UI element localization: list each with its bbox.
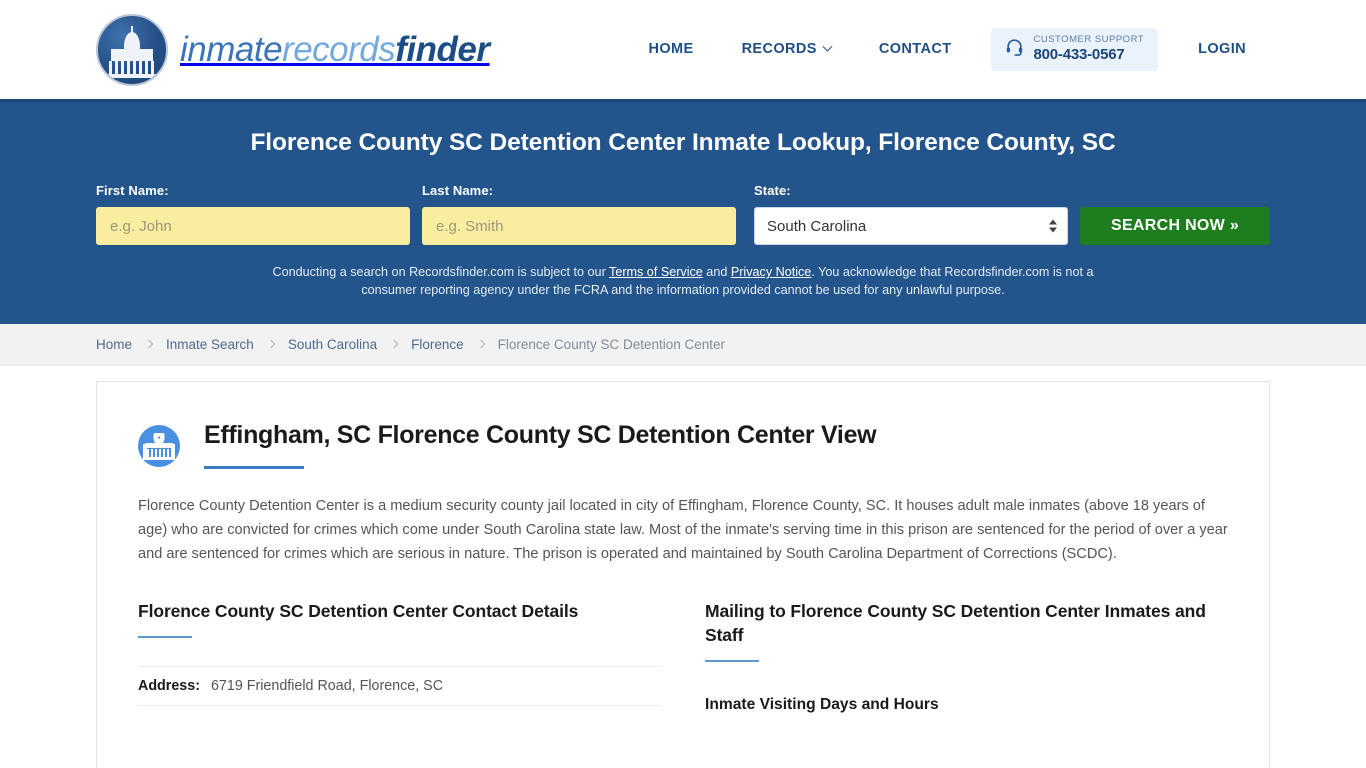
nav-home[interactable]: HOME [624, 31, 717, 67]
facility-title-row: Effingham, SC Florence County SC Detenti… [138, 421, 1228, 470]
state-field-group: State: South Carolina [754, 183, 1068, 245]
support-phone: 800-433-0567 [1033, 46, 1125, 64]
main-navigation: HOME RECORDS CONTACT CUSTOMER SUPPORT 80… [624, 28, 1270, 71]
visiting-hours-heading: Inmate Visiting Days and Hours [705, 695, 939, 713]
facility-columns: Florence County SC Detention Center Cont… [138, 599, 1228, 714]
nav-contact-label: CONTACT [878, 41, 952, 58]
breadcrumb-item-home[interactable]: Home [96, 337, 132, 352]
nav-login-label: LOGIN [1198, 41, 1246, 58]
nav-home-label: HOME [648, 41, 694, 58]
headset-icon [1005, 37, 1024, 61]
contact-details-column: Florence County SC Detention Center Cont… [138, 599, 661, 714]
customer-support-badge[interactable]: CUSTOMER SUPPORT 800-433-0567 [991, 28, 1159, 71]
breadcrumb: Home Inmate Search South Carolina Floren… [0, 323, 1366, 366]
state-select[interactable]: South Carolina [754, 207, 1068, 245]
first-name-field-group: First Name: [96, 183, 410, 245]
terms-of-service-link[interactable]: Terms of Service [609, 265, 703, 279]
breadcrumb-item-south-carolina[interactable]: South Carolina [288, 337, 377, 352]
detail-row-address: Address: 6719 Friendfield Road, Florence… [138, 665, 661, 706]
mailing-heading-rule [705, 659, 759, 662]
facility-description: Florence County Detention Center is a me… [138, 498, 1228, 562]
first-name-input[interactable] [96, 207, 410, 245]
breadcrumb-item-inmate-search[interactable]: Inmate Search [166, 337, 254, 352]
title-underline-rule [204, 466, 304, 470]
chevron-right-icon [144, 339, 154, 349]
search-disclaimer: Conducting a search on Recordsfinder.com… [253, 263, 1113, 300]
mailing-column: Mailing to Florence County SC Detention … [705, 599, 1228, 714]
hero-search-section: Florence County SC Detention Center Inma… [0, 99, 1366, 324]
support-label: CUSTOMER SUPPORT [1033, 34, 1145, 46]
jail-building-icon [138, 424, 180, 467]
last-name-field-group: Last Name: [422, 183, 736, 245]
state-label: State: [754, 183, 791, 198]
last-name-input[interactable] [422, 207, 736, 245]
chevron-right-icon [476, 339, 485, 349]
page-heading: Florence County SC Detention Center Inma… [250, 129, 1116, 156]
breadcrumb-item-current: Florence County SC Detention Center [497, 336, 726, 352]
breadcrumb-item-florence[interactable]: Florence [411, 337, 464, 352]
privacy-notice-link[interactable]: Privacy Notice [731, 265, 811, 279]
disclaimer-part-2: and [702, 265, 731, 279]
facility-detail-card: Effingham, SC Florence County SC Detenti… [96, 380, 1270, 768]
capitol-dome-seal-icon [96, 13, 168, 86]
nav-login[interactable]: LOGIN [1174, 31, 1270, 67]
brand-wordmark: inmaterecordsfinder [180, 32, 490, 67]
last-name-label: Last Name: [422, 183, 494, 198]
mailing-heading: Mailing to Florence County SC Detention … [705, 600, 1206, 645]
site-header: inmaterecordsfinder HOME RECORDS CONTACT [0, 0, 1366, 99]
contact-detail-list: Address: 6719 Friendfield Road, Florence… [138, 665, 661, 706]
brand-word-finder: finder [395, 30, 490, 69]
inmate-search-form: First Name: Last Name: State: South Caro… [96, 183, 1270, 245]
site-logo[interactable]: inmaterecordsfinder [96, 13, 490, 86]
chevron-right-icon [266, 339, 276, 349]
facility-title: Effingham, SC Florence County SC Detenti… [204, 420, 877, 449]
brand-word-inmate: inmate [180, 30, 283, 69]
detail-value-address: 6719 Friendfield Road, Florence, SC [210, 677, 444, 694]
search-now-button[interactable]: SEARCH NOW » [1080, 207, 1270, 245]
disclaimer-part-1: Conducting a search on Recordsfinder.com… [272, 265, 610, 279]
nav-contact[interactable]: CONTACT [855, 31, 976, 67]
brand-word-records: records [282, 30, 396, 69]
chevron-right-icon [389, 339, 399, 349]
main-content: Effingham, SC Florence County SC Detenti… [0, 365, 1366, 768]
detail-label-address: Address: [138, 677, 200, 694]
chevron-down-icon [822, 41, 833, 52]
nav-records[interactable]: RECORDS [718, 31, 855, 67]
contact-details-heading: Florence County SC Detention Center Cont… [138, 600, 579, 621]
first-name-label: First Name: [96, 183, 169, 198]
contact-heading-rule [138, 635, 192, 638]
nav-records-label: RECORDS [741, 41, 817, 58]
